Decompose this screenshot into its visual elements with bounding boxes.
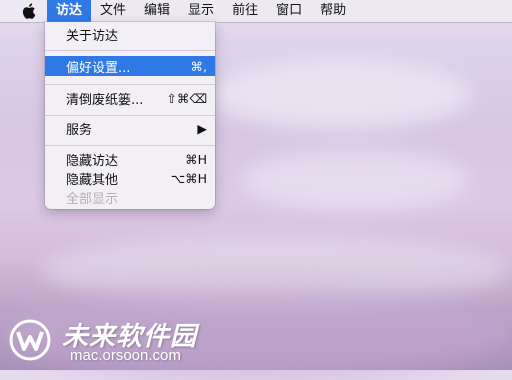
finder-dropdown-menu: 关于访达 偏好设置... ⌘, 清倒废纸篓... ⇧⌘⌫ 服务 ▶ 隐藏访达 ⌘… (45, 22, 215, 209)
menu-item-hide-others[interactable]: 隐藏其他 ⌥⌘H (45, 168, 215, 188)
shortcut: ⌘, (190, 58, 207, 74)
apple-icon (22, 3, 36, 19)
menu-item-services[interactable]: 服务 ▶ (45, 118, 215, 138)
separator (45, 115, 215, 116)
menu-window[interactable]: 窗口 (267, 0, 311, 22)
menu-item-label: 服务 (66, 122, 93, 138)
menu-help[interactable]: 帮助 (311, 0, 355, 22)
separator (45, 84, 215, 85)
watermark-logo-icon (9, 319, 51, 361)
menu-finder[interactable]: 访达 (47, 0, 92, 22)
menu-item-label: 清倒废纸篓... (66, 92, 144, 108)
menu-bar: 访达 文件 编辑 显示 前往 窗口 帮助 (0, 0, 512, 23)
apple-menu-button[interactable] (18, 3, 40, 19)
shortcut: ⌘H (185, 151, 207, 167)
menu-view[interactable]: 显示 (179, 0, 223, 22)
menu-go[interactable]: 前往 (223, 0, 267, 22)
menu-item-preferences[interactable]: 偏好设置... ⌘, (45, 56, 215, 76)
watermark-url: mac.orsoon.com (70, 347, 181, 364)
menu-item-about[interactable]: 关于访达 (45, 24, 215, 44)
menu-item-empty-trash[interactable]: 清倒废纸篓... ⇧⌘⌫ (45, 88, 215, 108)
menu-file[interactable]: 文件 (91, 0, 135, 22)
menu-item-label: 关于访达 (66, 28, 119, 44)
menu-item-label: 偏好设置... (66, 60, 131, 76)
menu-item-label: 隐藏访达 (66, 153, 119, 169)
menu-item-hide-finder[interactable]: 隐藏访达 ⌘H (45, 149, 215, 169)
menu-item-show-all: 全部显示 (45, 187, 215, 207)
menu-edit[interactable]: 编辑 (135, 0, 179, 22)
shortcut: ⌥⌘H (170, 170, 207, 186)
cloud (210, 60, 470, 130)
separator (45, 145, 215, 146)
submenu-arrow-icon: ▶ (197, 120, 207, 136)
separator (45, 50, 215, 51)
cloud (240, 150, 470, 210)
shortcut: ⇧⌘⌫ (166, 90, 207, 106)
menu-item-label: 全部显示 (66, 191, 119, 207)
menu-item-label: 隐藏其他 (66, 172, 119, 188)
